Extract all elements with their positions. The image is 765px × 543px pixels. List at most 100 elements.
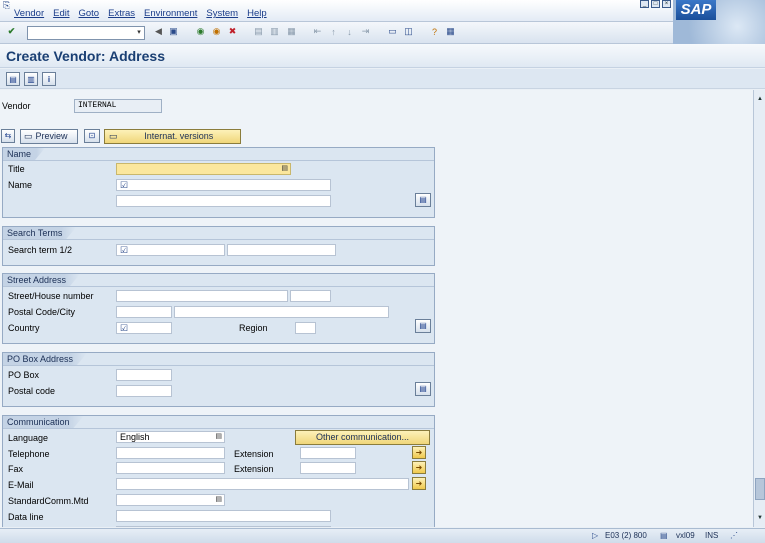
last-page-icon[interactable]: ⇥ [359,25,372,38]
menu-vendor[interactable]: Vendor [14,8,44,19]
language-value: English [120,432,150,442]
house-number-field[interactable] [290,290,331,302]
menu-list: Vendor Edit Goto Extras Environment Syst… [14,8,267,19]
insert-mode: INS [705,531,719,540]
name-field-2[interactable] [116,195,331,207]
command-field[interactable]: ▾ [27,26,145,40]
postal-code-field[interactable] [116,306,172,318]
address-icon[interactable]: ▤ [6,72,20,86]
telephone-field[interactable] [116,447,225,459]
email-field[interactable] [116,478,409,490]
enter-icon[interactable]: ✔ [5,25,18,38]
title-dropdown-icon[interactable]: ▤ [281,164,288,174]
more-fields-icon[interactable]: ▤ [415,382,431,396]
find-icon[interactable]: ▥ [268,25,281,38]
page-title: Create Vendor: Address [6,48,165,64]
info-icon[interactable]: i [42,72,56,86]
shortcut-icon[interactable]: ◫ [402,25,415,38]
telephone-more-icon[interactable]: ➜ [412,446,426,459]
city-field[interactable] [174,306,389,318]
system-info-icon[interactable]: ▤ [660,530,668,542]
po-postal-code-label: Postal code [8,386,56,396]
fax-more-icon[interactable]: ➜ [412,461,426,474]
search-term-label: Search term 1/2 [8,245,73,255]
menu-help[interactable]: Help [247,8,267,19]
search-term-2-field[interactable] [227,244,336,256]
command-dropdown-icon[interactable]: ▾ [135,29,143,37]
server-name: vxl09 [676,531,695,540]
extra-field[interactable] [116,526,331,527]
menu-edit[interactable]: Edit [53,8,69,19]
fax-extension-field[interactable] [300,462,356,474]
menu-goto[interactable]: Goto [79,8,100,19]
status-expand-icon[interactable]: ▷ [592,530,598,542]
layout-menu-icon[interactable]: ▦ [444,25,457,38]
street-label: Street/House number [8,291,94,301]
help-icon[interactable]: ? [428,25,441,38]
back-icon[interactable]: ◉ [194,25,207,38]
window-controls: _ □ × [640,0,671,8]
print-icon[interactable]: ▤ [252,25,265,38]
find-next-icon[interactable]: ▦ [285,25,298,38]
vertical-scrollbar[interactable]: ▲ ▼ [753,90,765,527]
email-more-icon[interactable]: ➜ [412,477,426,490]
search-terms-title: Search Terms [3,227,76,239]
previous-page-icon[interactable]: ↑ [327,25,340,38]
standard-comm-dropdown-icon[interactable]: ▤ [215,495,222,505]
command-arrow-icon[interactable]: ◀ [152,25,165,38]
other-vendor-icon[interactable]: ▥ [24,72,38,86]
menu-bar: ⎘ Vendor Edit Goto Extras Environment Sy… [0,0,765,22]
required-check-icon: ☑ [120,245,129,255]
menu-extras[interactable]: Extras [108,8,135,19]
exit-icon[interactable]: ◉ [210,25,223,38]
other-communication-button[interactable]: Other communication... [295,430,430,445]
preview-button[interactable]: ▭ Preview [20,129,78,144]
fax-extension-label: Extension [234,464,274,474]
language-field[interactable]: English ▤ [116,431,225,443]
po-box-label: PO Box [8,370,40,380]
international-versions-label: Internat. versions [144,131,214,141]
fax-label: Fax [8,464,24,474]
status-resize-icon: ⋰ [730,531,738,540]
standard-comm-field[interactable]: ▤ [116,494,225,506]
region-field[interactable] [295,322,316,334]
cancel-icon[interactable]: ✖ [226,25,239,38]
maximize-icon[interactable]: □ [651,0,660,8]
close-icon[interactable]: × [662,0,671,8]
next-page-icon[interactable]: ↓ [343,25,356,38]
command-input[interactable] [28,27,144,39]
name-group-title: Name [3,148,45,160]
sap-logo: SAP [673,0,765,44]
more-fields-icon[interactable]: ▤ [415,319,431,333]
sap-window-icon[interactable]: ⎘ [3,0,10,11]
international-versions-button[interactable]: ▭ Internat. versions [104,129,241,144]
first-page-icon[interactable]: ⇤ [311,25,324,38]
po-box-field[interactable] [116,369,172,381]
po-postal-code-field[interactable] [116,385,172,397]
fax-field[interactable] [116,462,225,474]
country-field[interactable]: ☑ [116,322,172,334]
postal-city-label: Postal Code/City [8,307,76,317]
search-term-1-field[interactable]: ☑ [116,244,225,256]
minimize-icon[interactable]: _ [640,0,649,8]
required-check-icon: ☑ [120,180,129,190]
scroll-thumb[interactable] [755,478,765,500]
title-field[interactable]: ▤ [116,163,291,175]
menu-environment[interactable]: Environment [144,8,197,19]
create-session-icon[interactable]: ▭ [386,25,399,38]
more-fields-icon[interactable]: ▤ [415,193,431,207]
street-field[interactable] [116,290,288,302]
save-icon[interactable]: ▣ [167,25,180,38]
menu-system[interactable]: System [206,8,238,19]
expand-icon[interactable]: ⇆ [1,129,15,143]
scroll-down-icon[interactable]: ▼ [755,513,765,523]
data-line-field[interactable] [116,510,331,522]
country-label: Country [8,323,40,333]
communication-group: Communication Language English ▤ Other c… [2,415,435,527]
lock-icon[interactable]: ⊡ [84,129,100,143]
telephone-extension-field[interactable] [300,447,356,459]
language-dropdown-icon[interactable]: ▤ [215,432,222,442]
scroll-up-icon[interactable]: ▲ [755,94,765,104]
name-field-1[interactable]: ☑ [116,179,331,191]
telephone-label: Telephone [8,449,50,459]
